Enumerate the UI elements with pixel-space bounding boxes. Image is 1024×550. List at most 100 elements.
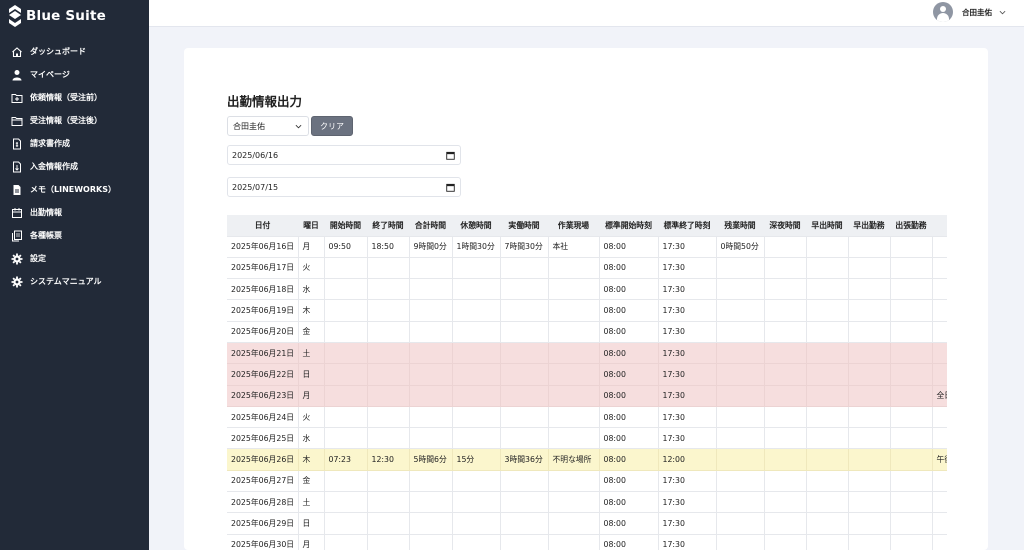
employee-select[interactable]: 合田圭佑 (227, 116, 309, 136)
table-row: 2025年06月25日水 08:00 17:30 (227, 427, 947, 450)
calendar-icon (11, 207, 23, 219)
cell-overtime (715, 405, 765, 429)
cell-std-start: 08:00 (598, 448, 659, 471)
cell-late (763, 320, 807, 343)
attendance-table: 日付 曜日 開始時間 終了時間 合計時間 休憩時間 実働時間 作業現場 標準開始時刻 標準終了時刻… (227, 215, 947, 550)
cell-trip (889, 256, 933, 280)
cell-std-start: 08:00 (598, 341, 659, 365)
cell-std-start: 08:00 (598, 469, 659, 493)
cell-start (323, 256, 368, 280)
sidebar-item-payment[interactable]: 入金情報作成 (0, 155, 149, 178)
cell-break (451, 469, 501, 493)
cell-trip (889, 533, 933, 550)
end-date-input[interactable]: 2025/07/15 (227, 177, 461, 197)
sidebar-item-dashboard[interactable]: ダッシュボード (0, 40, 149, 63)
cell-actual (499, 384, 549, 407)
gear-icon (11, 276, 23, 288)
cell-late (763, 256, 807, 280)
cell-break (451, 405, 501, 429)
cell-dow: 金 (297, 320, 325, 343)
cell-trip (889, 320, 933, 343)
cell-std-end: 17:30 (657, 235, 717, 258)
cell-paid (931, 320, 947, 343)
cell-site (547, 320, 600, 343)
cell-dow: 金 (297, 469, 325, 493)
avatar (933, 2, 953, 22)
sidebar-item-forms[interactable]: 各種帳票 (0, 224, 149, 247)
cell-std-start: 08:00 (598, 427, 659, 450)
cell-trip (889, 384, 933, 407)
cell-site: 不明な場所 (547, 448, 600, 471)
sidebar-item-invoice[interactable]: 請求書作成 (0, 132, 149, 155)
cell-paid (931, 491, 947, 514)
sidebar-item-label: 設定 (30, 254, 46, 263)
sidebar-item-memo[interactable]: メモ（LINEWORKS） (0, 178, 149, 201)
cell-early (805, 405, 849, 429)
column-header: 休憩時間 (452, 215, 500, 236)
cell-std-start: 08:00 (598, 512, 659, 535)
cell-site (547, 491, 600, 514)
cell-early (805, 448, 849, 471)
clear-button[interactable]: クリア (311, 116, 353, 136)
cell-std-end: 17:30 (657, 256, 717, 280)
cell-dow: 水 (297, 427, 325, 450)
cell-trip (889, 341, 933, 365)
table-row: 2025年06月23日月 08:0017:30 全日 (227, 384, 947, 407)
cell-std-end: 17:30 (657, 469, 717, 493)
cell-site (547, 427, 600, 450)
cell-break: 1時間30分 (451, 235, 501, 258)
sidebar-item-label: 受注情報（受注後） (30, 116, 102, 125)
sidebar-item-label: 各種帳票 (30, 231, 62, 240)
user-menu[interactable]: 合田圭佑 (933, 1, 1006, 23)
top-header: 合田圭佑 (149, 0, 1024, 27)
sidebar-item-label: 出勤情報 (30, 208, 62, 217)
column-header: 実働時間 (500, 215, 548, 236)
sidebar: Blue Suite ダッシュボード マイページ 依頼情報（受注前） 受注情報（… (0, 0, 149, 550)
sidebar-item-settings[interactable]: 設定 (0, 247, 149, 270)
cell-date: 2025年06月17日 (227, 256, 299, 280)
cell-break (451, 256, 501, 280)
cell-dow: 月 (297, 384, 325, 407)
cell-dow: 火 (297, 256, 325, 280)
cell-early (805, 363, 849, 386)
cell-overtime (715, 363, 765, 386)
cell-trip (889, 405, 933, 429)
cell-actual (499, 491, 549, 514)
cell-std-end: 17:30 (657, 278, 717, 301)
cell-std-end: 12:00 (657, 448, 717, 471)
sidebar-item-manual[interactable]: システムマニュアル (0, 270, 149, 293)
cell-trip (889, 469, 933, 493)
cell-actual (499, 405, 549, 429)
sidebar-item-attendance[interactable]: 出勤情報 (0, 201, 149, 224)
calendar-icon[interactable] (446, 183, 455, 192)
calendar-icon[interactable] (446, 151, 455, 160)
cell-break: 15分 (451, 448, 501, 471)
cell-total: 5時間6分 (408, 448, 453, 471)
sidebar-item-mypage[interactable]: マイページ (0, 63, 149, 86)
cell-late (763, 512, 807, 535)
cell-end (366, 491, 410, 514)
brand[interactable]: Blue Suite (0, 1, 149, 31)
start-date-input[interactable]: 2025/06/16 (227, 145, 461, 165)
attendance-table-container[interactable]: 日付 曜日 開始時間 終了時間 合計時間 休憩時間 実働時間 作業現場 標準開始時刻 標準終了時刻… (227, 215, 947, 550)
employee-select-value: 合田圭佑 (233, 121, 265, 131)
cell-total (408, 299, 453, 322)
cell-date: 2025年06月16日 (227, 235, 299, 258)
cell-dow: 土 (297, 341, 325, 365)
cell-break (451, 512, 501, 535)
cell-start (323, 278, 368, 301)
cell-early-work (847, 320, 891, 343)
table-row: 2025年06月21日土 08:00 17:30 (227, 341, 947, 365)
cell-site (547, 512, 600, 535)
sidebar-item-requests[interactable]: 依頼情報（受注前） (0, 86, 149, 109)
cell-dow: 土 (297, 491, 325, 514)
cell-early-work (847, 448, 891, 471)
page-title: 出勤情報出力 (227, 94, 303, 109)
table-row: 2025年06月28日土 08:00 17:30 (227, 491, 947, 514)
sidebar-item-orders[interactable]: 受注情報（受注後） (0, 109, 149, 132)
cell-date: 2025年06月20日 (227, 320, 299, 343)
cell-std-start: 08:00 (598, 235, 659, 258)
cell-std-start: 08:00 (598, 256, 659, 280)
cell-early (805, 491, 849, 514)
cell-total (408, 341, 453, 365)
